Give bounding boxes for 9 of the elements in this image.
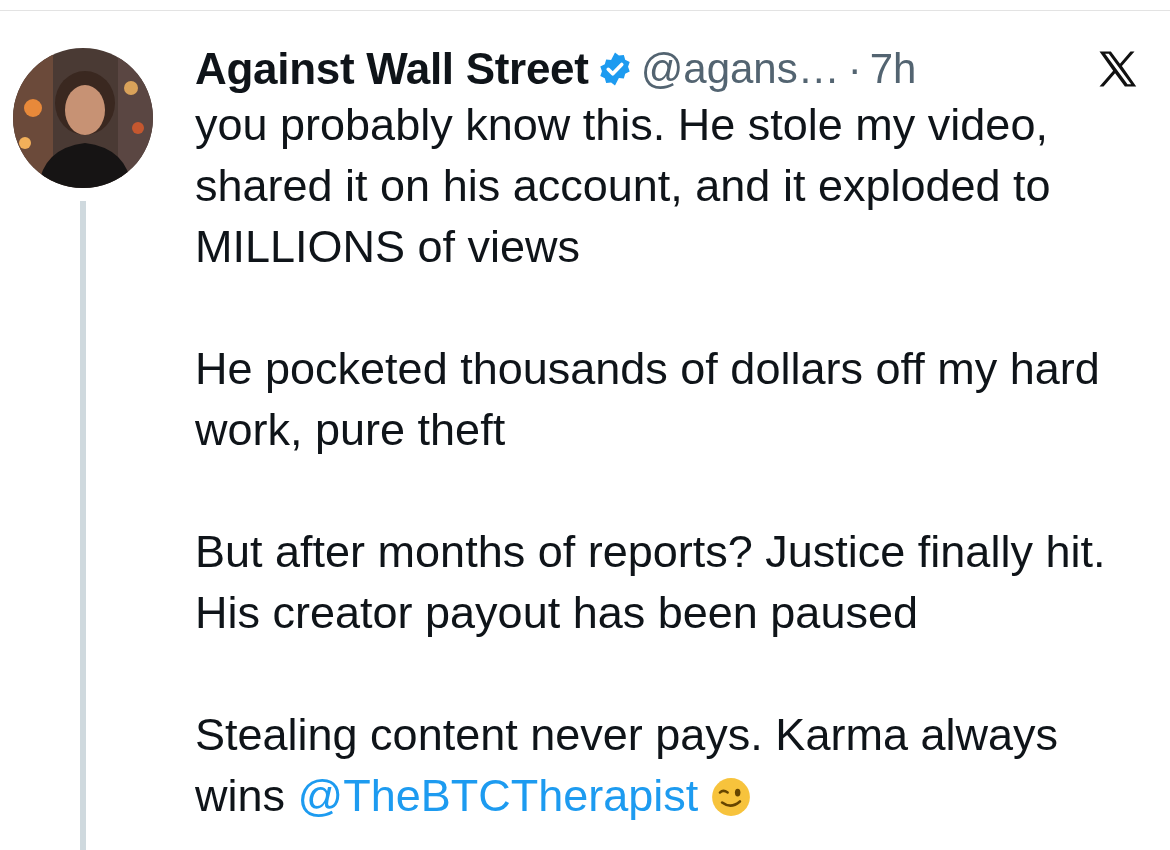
separator: · [847,45,862,93]
post-text: Stealing content never pays. Karma always wins @TheBTCTherapist [195,708,1059,823]
post-text: But after months of reports? Justice finally hit. His creator payout has been paused [195,525,1107,640]
author-name[interactable]: Against Wall Street [195,44,589,94]
post-text: He pocketed thousands of dollars off my hard work, pure theft [195,342,1101,457]
author-handle[interactable]: @agans… [640,45,840,93]
winking-face-icon [710,777,751,817]
post-time[interactable]: 7h [869,45,917,93]
post-text: you probably know this. He stole my video, shared it on his account, and it exploded to MILLIONS of views [195,98,1052,274]
